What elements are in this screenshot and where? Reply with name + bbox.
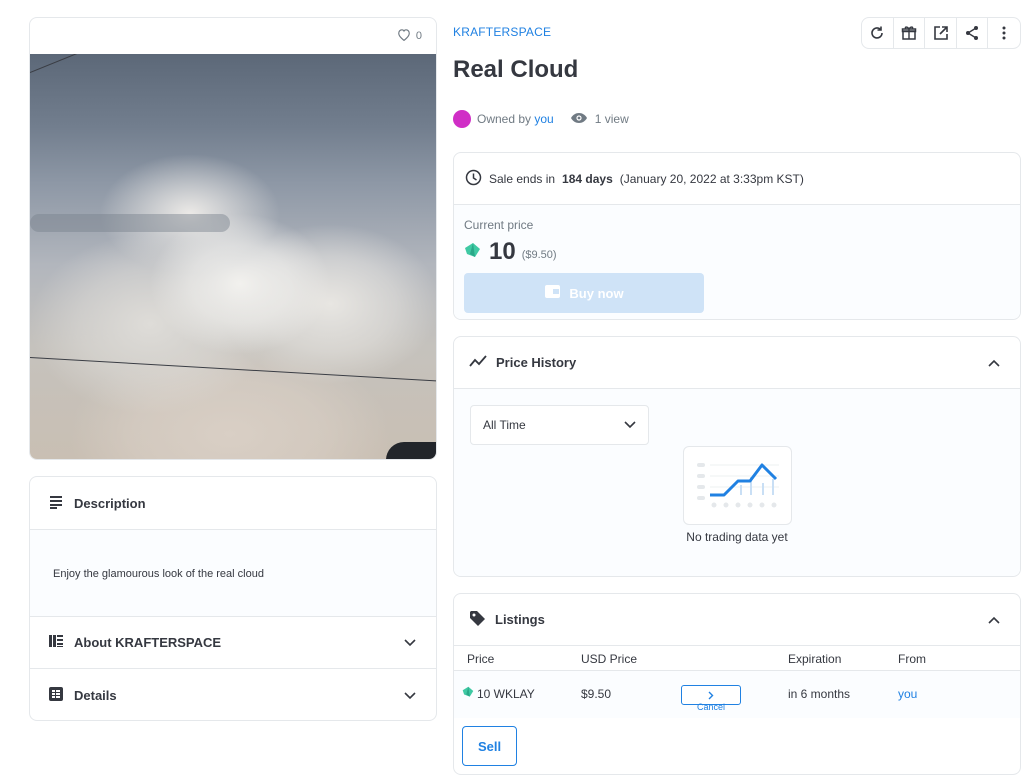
about-collection-toggle[interactable]: About KRAFTERSPACE <box>30 617 436 669</box>
buy-now-label: Buy now <box>569 285 624 301</box>
item-title: Real Cloud <box>453 56 579 83</box>
sale-ends-date: (January 20, 2022 at 3:33pm KST) <box>619 171 804 186</box>
current-price-label: Current price <box>464 218 534 232</box>
gift-icon[interactable] <box>894 18 926 48</box>
listings-header[interactable]: Listings <box>454 594 1020 646</box>
klay-token-icon <box>462 686 474 701</box>
external-link-icon[interactable] <box>925 18 957 48</box>
chevron-down-icon <box>404 688 416 703</box>
column-header-usd-price: USD Price <box>581 652 638 666</box>
description-title: Description <box>74 495 146 511</box>
listing-price: 10 WKLAY <box>477 687 535 701</box>
info-accordion: Description Enjoy the glamourous look of… <box>29 476 437 721</box>
heart-icon[interactable] <box>397 28 411 44</box>
eye-icon <box>570 112 588 127</box>
table-row: 10 WKLAY $9.50 Cancel in 6 months you <box>454 671 1020 718</box>
share-icon[interactable] <box>957 18 989 48</box>
no-trading-data-text: No trading data yet <box>686 530 788 544</box>
media-toolbar: 0 <box>30 18 436 54</box>
nft-image[interactable] <box>30 54 436 459</box>
chevron-down-icon <box>624 418 636 432</box>
sale-ends: Sale ends in 184 days (January 20, 2022 … <box>454 153 1020 205</box>
time-range-value: All Time <box>483 418 526 432</box>
views-count: 1 view <box>594 112 629 126</box>
refresh-icon[interactable] <box>862 18 894 48</box>
column-header-price: Price <box>467 652 495 666</box>
favorites-count: 0 <box>415 30 422 42</box>
details-toggle[interactable]: Details <box>30 669 436 720</box>
chevron-up-icon <box>988 355 1000 370</box>
column-header-from: From <box>898 652 926 666</box>
listings-card: Listings Price USD Price Expiration From… <box>453 593 1021 775</box>
price-history-header[interactable]: Price History <box>454 337 1020 389</box>
listing-from-link[interactable]: you <box>898 687 917 701</box>
empty-chart-illustration <box>683 446 792 525</box>
klay-token-icon <box>464 242 481 262</box>
chevron-up-icon <box>988 612 1000 627</box>
buy-now-button[interactable]: Buy now <box>464 273 704 313</box>
details-title: Details <box>74 687 117 703</box>
sale-card: Sale ends in 184 days (January 20, 2022 … <box>453 152 1021 320</box>
description-icon <box>48 495 64 512</box>
current-price-usd: ($9.50) <box>521 249 557 261</box>
description-header: Description <box>30 477 436 530</box>
listings-title: Listings <box>495 612 545 627</box>
more-icon[interactable] <box>988 18 1020 48</box>
price-history-title: Price History <box>496 355 577 370</box>
sale-ends-prefix: Sale ends in <box>489 171 556 186</box>
cancel-label: Cancel <box>696 702 725 712</box>
chevron-right-icon <box>708 691 714 699</box>
sell-button[interactable]: Sell <box>462 726 517 766</box>
cancel-listing-button[interactable]: Cancel <box>681 685 741 712</box>
listings-header-row: Price USD Price Expiration From <box>454 646 1020 671</box>
sale-ends-days: 184 days <box>562 171 613 186</box>
about-title: About KRAFTERSPACE <box>74 635 222 650</box>
chevron-down-icon <box>404 635 416 650</box>
details-icon <box>48 686 64 705</box>
collection-link[interactable]: KRAFTERSPACE <box>453 25 551 39</box>
collection-info-icon <box>48 634 64 651</box>
wallet-icon <box>544 284 561 302</box>
trending-icon <box>469 355 487 370</box>
listing-expiration: in 6 months <box>788 687 851 701</box>
listing-usd-price: $9.50 <box>581 687 612 701</box>
owner-link[interactable]: you <box>534 112 553 126</box>
description-text: Enjoy the glamourous look of the real cl… <box>30 530 436 617</box>
column-header-expiration: Expiration <box>788 652 842 666</box>
owned-by-label: Owned by <box>477 112 532 126</box>
item-toolbar <box>861 17 1021 49</box>
current-price: 10 <box>489 238 516 265</box>
listings-table: Price USD Price Expiration From 10 WKLAY… <box>454 646 1020 718</box>
price-history-card: Price History All Time No trading data y… <box>453 336 1021 577</box>
owner-avatar[interactable] <box>453 110 471 128</box>
views: 1 view <box>570 112 629 127</box>
tag-icon <box>469 610 486 630</box>
owner-row: Owned by you 1 view <box>453 110 629 128</box>
time-range-select[interactable]: All Time <box>470 405 649 445</box>
clock-icon <box>465 169 482 189</box>
media-card: 0 <box>29 17 437 460</box>
